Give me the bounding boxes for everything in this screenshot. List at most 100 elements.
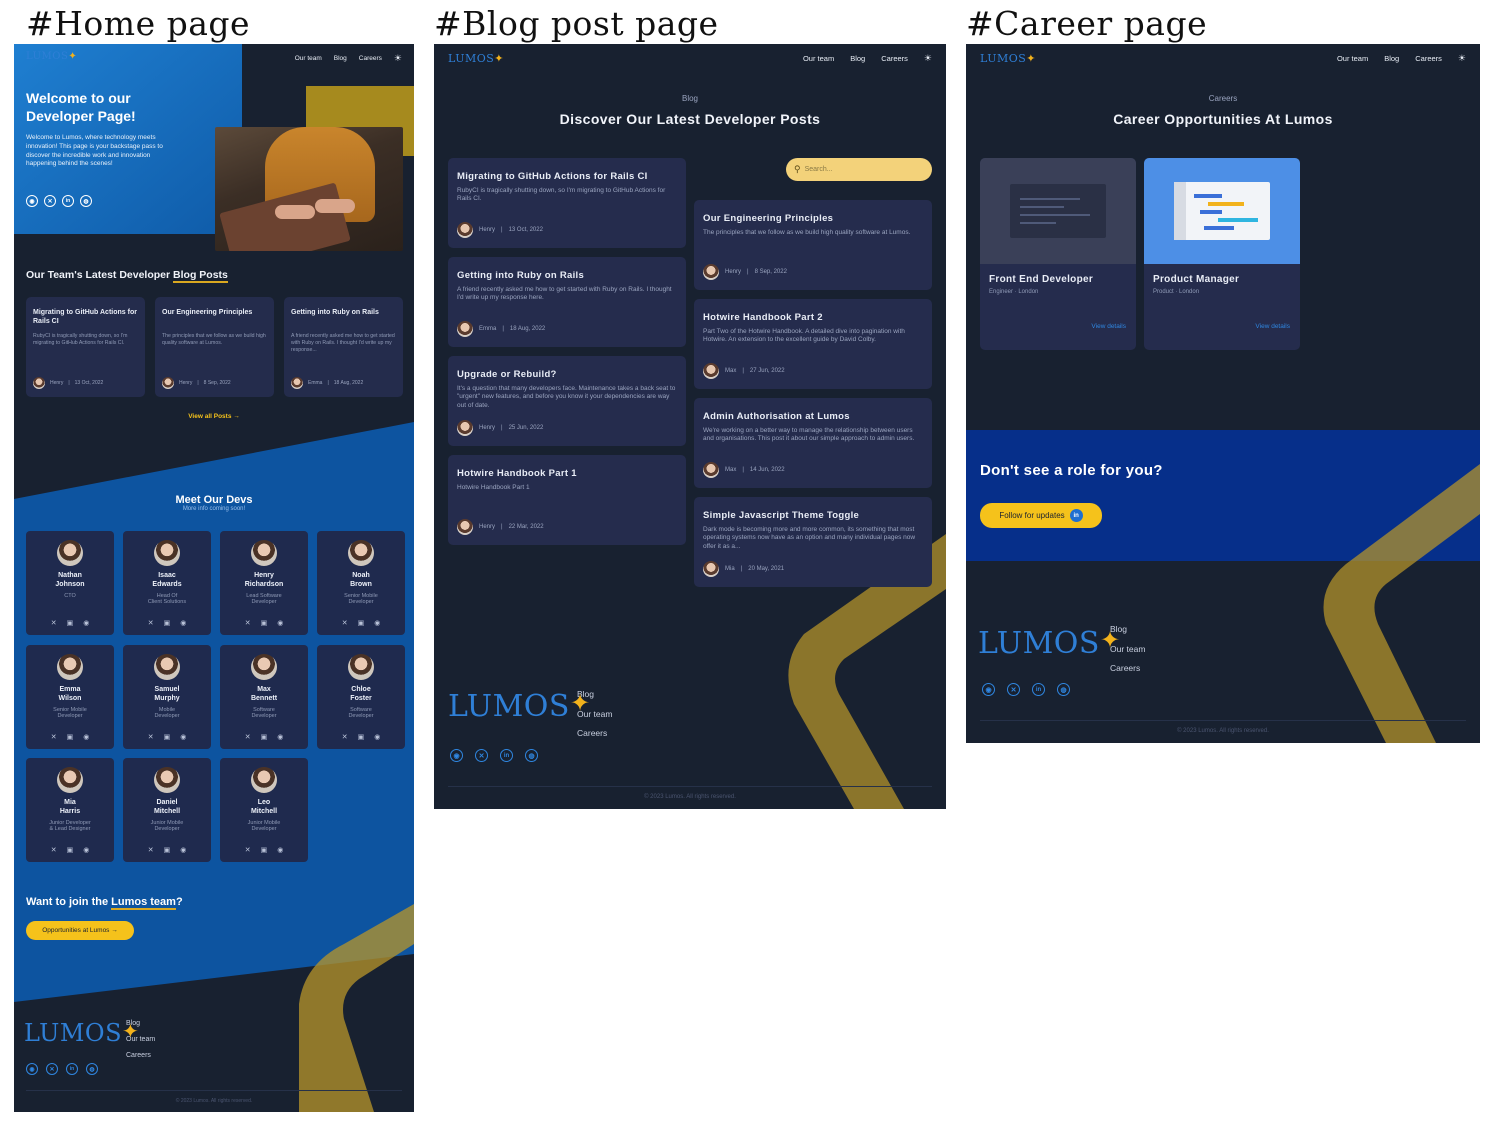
- nav-careers[interactable]: Careers: [1415, 54, 1442, 63]
- linkedin-icon[interactable]: ▣: [67, 619, 74, 627]
- x-icon[interactable]: ✕: [342, 733, 348, 741]
- linkedin-icon[interactable]: ▣: [261, 619, 268, 627]
- x-icon[interactable]: ✕: [148, 733, 154, 741]
- dev-card[interactable]: Daniel Mitchell Junior Mobile Developer ✕ ▣ ◉: [123, 758, 211, 862]
- x-icon[interactable]: ✕: [148, 619, 154, 627]
- job-card-product-manager[interactable]: Product Manager Product · London View de…: [1144, 158, 1300, 350]
- linkedin-icon[interactable]: in: [66, 1063, 78, 1075]
- dev-card[interactable]: Henry Richardson Lead Software Developer ✕ ▣ ◉: [220, 531, 308, 635]
- home-footer-logo[interactable]: LUMOS✦: [24, 1019, 139, 1047]
- github-icon[interactable]: ◉: [83, 619, 89, 627]
- linkedin-icon[interactable]: ▣: [261, 846, 268, 854]
- theme-toggle-sun-icon[interactable]: ☀: [924, 53, 932, 64]
- github-icon[interactable]: ◉: [374, 619, 380, 627]
- linkedin-icon[interactable]: in: [1032, 683, 1045, 696]
- dev-card[interactable]: Samuel Murphy Mobile Developer ✕ ▣ ◉: [123, 645, 211, 749]
- x-icon[interactable]: ✕: [51, 619, 57, 627]
- blog-footer-logo[interactable]: LUMOS✦: [448, 689, 591, 724]
- nav-blog[interactable]: Blog: [850, 54, 865, 63]
- x-icon[interactable]: ✕: [1007, 683, 1020, 696]
- x-icon[interactable]: ✕: [148, 846, 154, 854]
- footer-link-careers[interactable]: Careers: [1110, 659, 1145, 679]
- follow-for-updates-button[interactable]: Follow for updates in: [980, 503, 1102, 528]
- x-icon[interactable]: ✕: [46, 1063, 58, 1075]
- github-icon[interactable]: ◉: [26, 1063, 38, 1075]
- linkedin-icon[interactable]: in: [500, 749, 513, 762]
- dev-card[interactable]: Max Bennett Software Developer ✕ ▣ ◉: [220, 645, 308, 749]
- linkedin-icon[interactable]: ▣: [164, 846, 171, 854]
- github-icon[interactable]: ◉: [180, 619, 186, 627]
- linkedin-icon[interactable]: in: [62, 195, 74, 207]
- dev-card[interactable]: Isaac Edwards Head Of Client Solutions ✕ ▣ ◉: [123, 531, 211, 635]
- job-card-front-end[interactable]: Front End Developer Engineer · London Vi…: [980, 158, 1136, 350]
- view-details-link[interactable]: View details: [1091, 323, 1126, 330]
- globe-icon[interactable]: ◍: [86, 1063, 98, 1075]
- globe-icon[interactable]: ◍: [1057, 683, 1070, 696]
- github-icon[interactable]: ◉: [180, 846, 186, 854]
- blog-post-card[interactable]: Our Engineering Principles The principles…: [694, 200, 932, 290]
- blog-post-card[interactable]: Migrating to GitHub Actions for Rails CI…: [448, 158, 686, 248]
- github-icon[interactable]: ◉: [374, 733, 380, 741]
- dev-card[interactable]: Emma Wilson Senior Mobile Developer ✕ ▣ ◉: [26, 645, 114, 749]
- dev-card[interactable]: Noah Brown Senior Mobile Developer ✕ ▣ ◉: [317, 531, 405, 635]
- dev-card[interactable]: Nathan Johnson CTO ✕ ▣ ◉: [26, 531, 114, 635]
- github-icon[interactable]: ◉: [277, 846, 283, 854]
- nav-blog[interactable]: Blog: [1384, 54, 1399, 63]
- linkedin-icon[interactable]: ▣: [67, 733, 74, 741]
- x-icon[interactable]: ✕: [51, 733, 57, 741]
- blog-post-card[interactable]: Upgrade or Rebuild? It's a question that …: [448, 356, 686, 446]
- nav-careers[interactable]: Careers: [359, 55, 382, 62]
- github-icon[interactable]: ◉: [277, 619, 283, 627]
- nav-our-team[interactable]: Our team: [803, 54, 834, 63]
- linkedin-icon[interactable]: ▣: [358, 733, 365, 741]
- globe-icon[interactable]: ◍: [525, 749, 538, 762]
- blog-post-card[interactable]: Simple Javascript Theme Toggle Dark mode …: [694, 497, 932, 587]
- view-details-link[interactable]: View details: [1255, 323, 1290, 330]
- nav-our-team[interactable]: Our team: [295, 55, 322, 62]
- github-icon[interactable]: ◉: [83, 733, 89, 741]
- linkedin-icon[interactable]: ▣: [164, 733, 171, 741]
- view-all-posts-link[interactable]: View all Posts →: [14, 413, 414, 420]
- blog-post-card[interactable]: Hotwire Handbook Part 2 Part Two of the H…: [694, 299, 932, 389]
- footer-link-careers[interactable]: Careers: [126, 1048, 155, 1064]
- x-icon[interactable]: ✕: [475, 749, 488, 762]
- blog-post-card[interactable]: Hotwire Handbook Part 1 Hotwire Handbook …: [448, 455, 686, 545]
- github-icon[interactable]: ◉: [180, 733, 186, 741]
- linkedin-icon[interactable]: ▣: [358, 619, 365, 627]
- opportunities-button[interactable]: Opportunities at Lumos →: [26, 921, 134, 940]
- x-icon[interactable]: ✕: [51, 846, 57, 854]
- nav-blog[interactable]: Blog: [334, 55, 347, 62]
- x-icon[interactable]: ✕: [245, 846, 251, 854]
- post-card[interactable]: Our Engineering Principles The principles…: [155, 297, 274, 397]
- linkedin-icon[interactable]: ▣: [261, 733, 268, 741]
- x-icon[interactable]: ✕: [342, 619, 348, 627]
- footer-link-careers[interactable]: Careers: [577, 724, 612, 744]
- nav-our-team[interactable]: Our team: [1337, 54, 1368, 63]
- dev-card[interactable]: Chloe Foster Software Developer ✕ ▣ ◉: [317, 645, 405, 749]
- post-excerpt: Dark mode is becoming more and more comm…: [703, 526, 916, 550]
- linkedin-icon[interactable]: ▣: [164, 619, 171, 627]
- github-icon[interactable]: ◉: [26, 195, 38, 207]
- github-icon[interactable]: ◉: [450, 749, 463, 762]
- x-icon[interactable]: ✕: [245, 619, 251, 627]
- post-excerpt: A friend recently asked me how to get st…: [291, 333, 395, 353]
- theme-toggle-sun-icon[interactable]: ☀: [1458, 53, 1466, 64]
- career-footer-logo[interactable]: LUMOS✦: [978, 626, 1121, 661]
- x-icon[interactable]: ✕: [44, 195, 56, 207]
- join-heading: Want to join the Lumos team?: [26, 896, 183, 910]
- nav-careers[interactable]: Careers: [881, 54, 908, 63]
- github-icon[interactable]: ◉: [83, 846, 89, 854]
- blog-post-card[interactable]: Getting into Ruby on Rails A friend recen…: [448, 257, 686, 347]
- blog-search-field[interactable]: ⚲ Search...: [786, 158, 932, 181]
- globe-icon[interactable]: ◍: [80, 195, 92, 207]
- post-card[interactable]: Getting into Ruby on Rails A friend recen…: [284, 297, 403, 397]
- github-icon[interactable]: ◉: [277, 733, 283, 741]
- linkedin-icon[interactable]: ▣: [67, 846, 74, 854]
- post-card[interactable]: Migrating to GitHub Actions for Rails CI…: [26, 297, 145, 397]
- x-icon[interactable]: ✕: [245, 733, 251, 741]
- theme-toggle-sun-icon[interactable]: ☀: [394, 53, 402, 64]
- dev-card[interactable]: Leo Mitchell Junior Mobile Developer ✕ ▣ ◉: [220, 758, 308, 862]
- dev-card[interactable]: Mia Harris Junior Developer & Lead Designer…: [26, 758, 114, 862]
- github-icon[interactable]: ◉: [982, 683, 995, 696]
- blog-post-card[interactable]: Admin Authorisation at Lumos We're workin…: [694, 398, 932, 488]
